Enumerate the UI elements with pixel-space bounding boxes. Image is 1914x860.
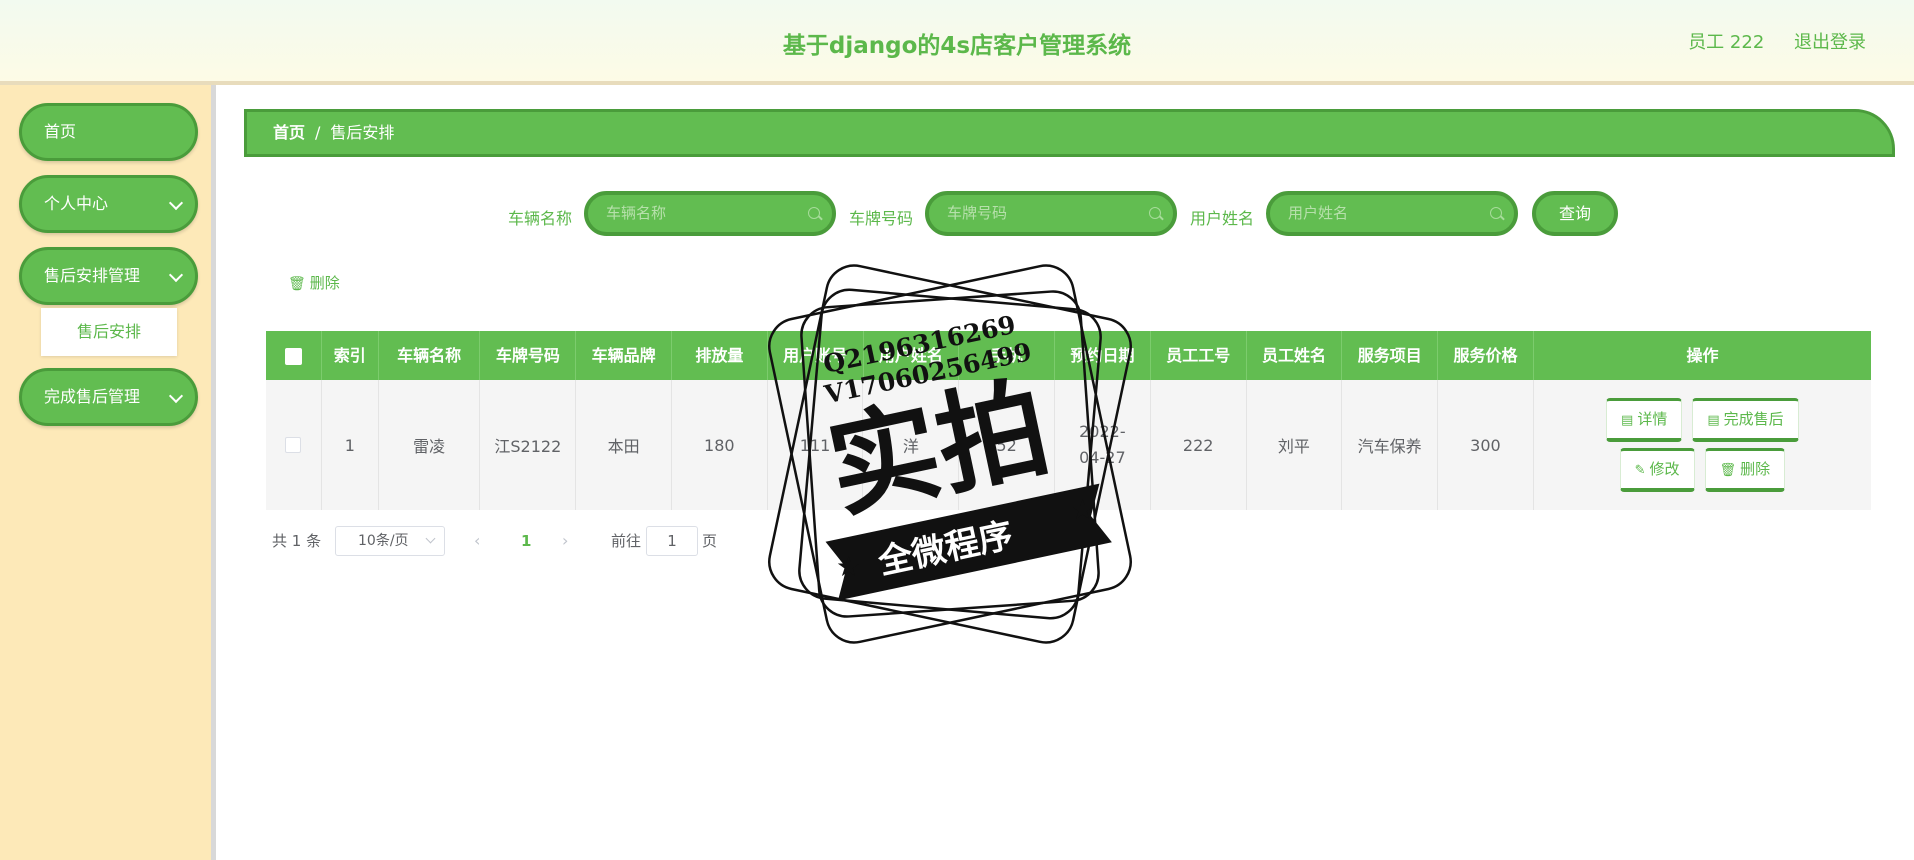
column-header[interactable]: 车辆名称 (379, 331, 481, 380)
breadcrumb-current: 售后安排 (330, 123, 395, 142)
plate-input[interactable]: 车牌号码 (925, 191, 1177, 236)
user-name-label: 用户姓名 (1190, 209, 1255, 228)
column-header[interactable]: 服务项目 (1342, 331, 1439, 380)
bulk-delete-label: 删除 (309, 274, 340, 292)
pencil-icon: ✎ (1634, 463, 1646, 478)
current-user-label: 员工 222 (1688, 32, 1765, 53)
app-title: 基于django的4s店客户管理系统 (782, 33, 1132, 59)
cell-vehicle-name: 雷凌 (379, 380, 481, 510)
column-header[interactable]: 索引 (322, 331, 379, 380)
page-number-current[interactable]: 1 (521, 524, 531, 558)
search-icon (1149, 207, 1161, 219)
page-suffix: 页 (702, 532, 718, 550)
document-icon: ▤ (1621, 413, 1634, 428)
sidebar-item-label: 首页 (44, 122, 77, 141)
total-suffix: 条 (306, 532, 322, 550)
star-icon: ★ (836, 550, 861, 583)
complete-aftersales-button[interactable]: ▤ 完成售后 (1692, 398, 1799, 442)
select-all-checkbox[interactable] (284, 348, 302, 365)
page-size-value: 10条/页 (358, 533, 409, 549)
trash-icon: 🗑 (288, 276, 306, 292)
goto-label: 前往 (611, 532, 642, 550)
sidebar-item-aftersales-arrangement[interactable]: 售后安排管理 (19, 247, 198, 305)
sidebar-item-label: 售后安排管理 (44, 266, 141, 285)
user-name-placeholder: 用户姓名 (1288, 204, 1349, 222)
logout-link[interactable]: 退出登录 (1794, 32, 1866, 53)
column-header[interactable]: 车辆品牌 (576, 331, 672, 380)
query-button[interactable]: 查询 (1532, 191, 1618, 236)
sidebar: 首页 个人中心 售后安排管理 售后安排 完成售后管理 (0, 85, 216, 860)
column-header[interactable]: 员工姓名 (1247, 331, 1343, 380)
row-select-cell (266, 380, 322, 510)
search-icon (808, 207, 820, 219)
top-header: 基于django的4s店客户管理系统 员工 222 退出登录 (0, 0, 1914, 85)
chevron-down-icon (168, 267, 184, 283)
select-all-cell (266, 331, 322, 380)
user-name-input[interactable]: 用户姓名 (1266, 191, 1518, 236)
detail-label: 详情 (1637, 410, 1668, 428)
sidebar-item-personal-center[interactable]: 个人中心 (19, 175, 198, 233)
edit-button[interactable]: ✎ 修改 (1619, 448, 1695, 492)
star-icon: ★ (1070, 493, 1095, 526)
sidebar-item-label: 个人中心 (44, 194, 109, 213)
page-size-select[interactable]: 10条/页 (335, 526, 445, 556)
cell-staff-name: 刘平 (1247, 380, 1343, 510)
vehicle-name-placeholder: 车辆名称 (606, 204, 667, 222)
delete-label: 删除 (1740, 460, 1771, 478)
breadcrumb-separator: / (315, 123, 321, 142)
plate-placeholder: 车牌号码 (947, 204, 1008, 222)
prev-page-icon[interactable]: ‹ (474, 524, 480, 558)
chevron-down-icon (168, 388, 184, 404)
delete-button[interactable]: 🗑 删除 (1704, 448, 1786, 492)
pagination-total: 共 1 条 (272, 524, 321, 558)
plate-label: 车牌号码 (849, 209, 914, 228)
column-header[interactable]: 车牌号码 (480, 331, 577, 380)
user-box: 员工 222 退出登录 (1688, 28, 1866, 54)
cell-staff-no: 222 (1151, 380, 1247, 510)
cell-service: 汽车保养 (1342, 380, 1439, 510)
column-header[interactable]: 员工工号 (1151, 331, 1247, 380)
complete-label: 完成售后 (1723, 410, 1784, 428)
vehicle-name-input[interactable]: 车辆名称 (584, 191, 836, 236)
sidebar-item-completed-aftersales[interactable]: 完成售后管理 (19, 368, 198, 426)
sidebar-item-home[interactable]: 首页 (19, 103, 198, 161)
cell-brand: 本田 (576, 380, 672, 510)
column-header[interactable]: 服务价格 (1438, 331, 1534, 380)
submenu-item-aftersales[interactable]: 售后安排 (41, 308, 177, 356)
next-page-icon[interactable]: › (562, 524, 568, 558)
goto-page-input[interactable]: 1 (646, 526, 698, 556)
row-checkbox[interactable] (285, 437, 302, 453)
column-header: 操作 (1686, 346, 1719, 365)
breadcrumb-home[interactable]: 首页 (273, 123, 305, 142)
total-count: 1 (291, 532, 302, 550)
chevron-down-icon (168, 195, 184, 211)
document-icon: ▤ (1707, 413, 1720, 428)
cell-index: 1 (322, 380, 379, 510)
search-icon (1490, 207, 1502, 219)
row-actions: ▤ 详情 ▤ 完成售后 ✎ 修改 🗑 删除 (1582, 395, 1822, 495)
vehicle-name-label: 车辆名称 (508, 209, 573, 228)
sidebar-item-label: 完成售后管理 (44, 387, 141, 406)
cell-actions: ▤ 详情 ▤ 完成售后 ✎ 修改 🗑 删除 (1534, 380, 1871, 510)
trash-icon: 🗑 (1719, 463, 1737, 478)
breadcrumb: 首页 / 售后安排 (244, 109, 1895, 157)
chevron-down-icon (425, 533, 436, 544)
bulk-delete-button[interactable]: 🗑 删除 (288, 272, 340, 293)
detail-button[interactable]: ▤ 详情 (1606, 398, 1683, 442)
cell-price: 300 (1438, 380, 1534, 510)
cell-plate: 江S2122 (480, 380, 577, 510)
total-prefix: 共 (272, 532, 288, 550)
edit-label: 修改 (1649, 460, 1680, 478)
watermark-stamp: Q2196316269 V17060256499 实拍 全微程序 ★ ★ (768, 264, 1132, 644)
